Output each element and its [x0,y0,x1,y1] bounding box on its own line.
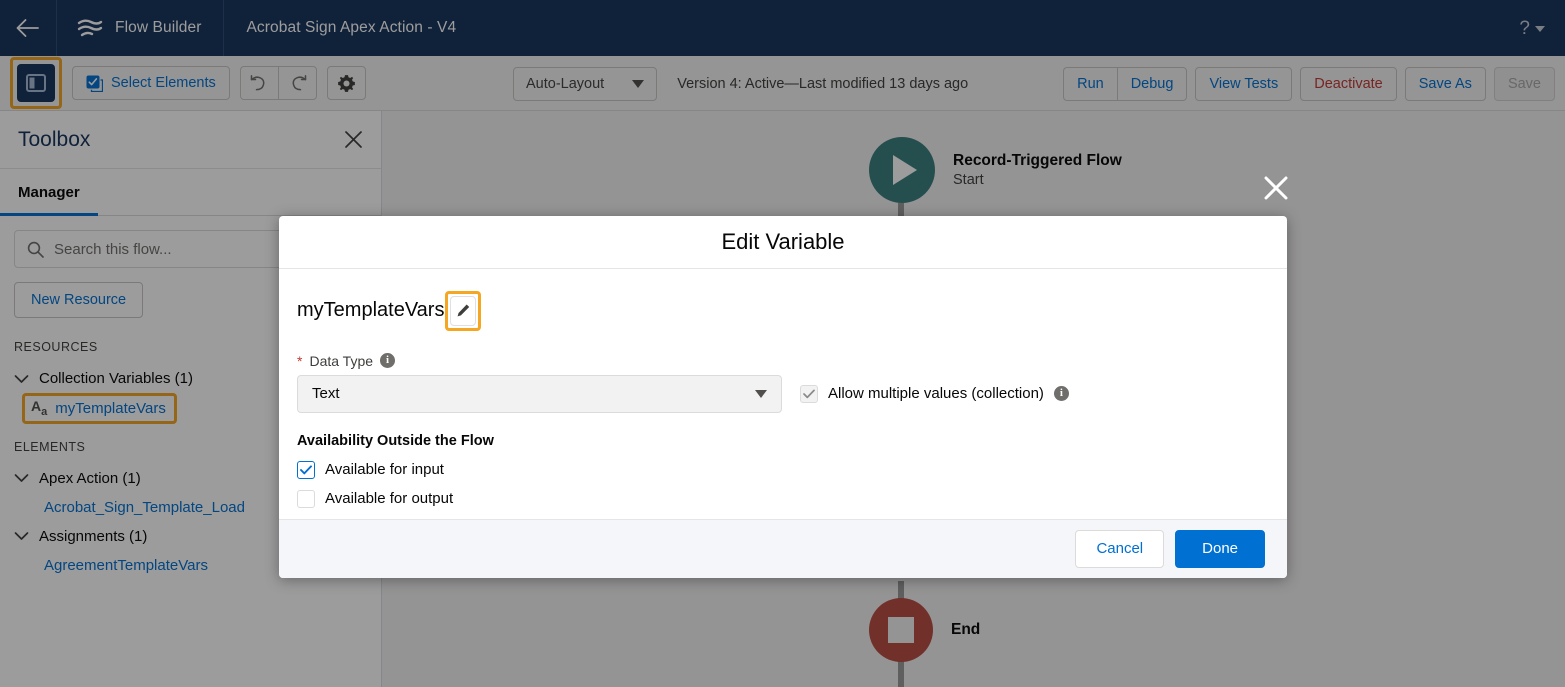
data-type-row: Text Allow multiple values (collection) … [297,375,1269,413]
checkmark-icon [300,465,312,475]
availability-heading: Availability Outside the Flow [297,433,1269,449]
modal-footer: Cancel Done [279,519,1287,578]
required-marker: * [297,354,302,368]
data-type-label: Data Type [309,353,373,369]
info-icon[interactable]: i [1054,386,1069,401]
variable-name-row: myTemplateVars [297,291,1269,331]
variable-name: myTemplateVars [297,299,444,322]
allow-multiple-checkbox [800,385,818,403]
modal-header: Edit Variable [279,216,1287,269]
available-for-output-checkbox[interactable] [297,490,315,508]
close-icon [1263,175,1289,201]
close-modal-button[interactable] [1260,172,1292,204]
edit-name-highlight [445,291,481,331]
data-type-label-row: * Data Type i [297,353,1269,369]
data-type-select[interactable]: Text [297,375,782,413]
available-for-output-row: Available for output [297,490,1269,508]
available-for-input-checkbox[interactable] [297,461,315,479]
checkmark-icon [803,389,815,399]
cancel-button[interactable]: Cancel [1075,530,1164,568]
data-type-value: Text [312,385,340,402]
allow-multiple-label: Allow multiple values (collection) [828,385,1044,402]
available-for-output-label: Available for output [325,490,453,507]
caret-down-icon [755,390,767,398]
modal-title: Edit Variable [721,229,844,255]
edit-variable-name-button[interactable] [450,296,476,326]
modal-body: myTemplateVars * Data Type i Text [279,269,1287,519]
available-for-input-label: Available for input [325,461,444,478]
done-button[interactable]: Done [1175,530,1265,568]
info-icon[interactable]: i [380,353,395,368]
allow-multiple-row: Allow multiple values (collection) i [800,385,1069,403]
edit-variable-modal: Edit Variable myTemplateVars * Data Type… [279,216,1287,578]
pencil-icon [456,303,471,318]
flow-builder-app: Flow Builder Acrobat Sign Apex Action - … [0,0,1565,687]
available-for-input-row: Available for input [297,461,1269,479]
